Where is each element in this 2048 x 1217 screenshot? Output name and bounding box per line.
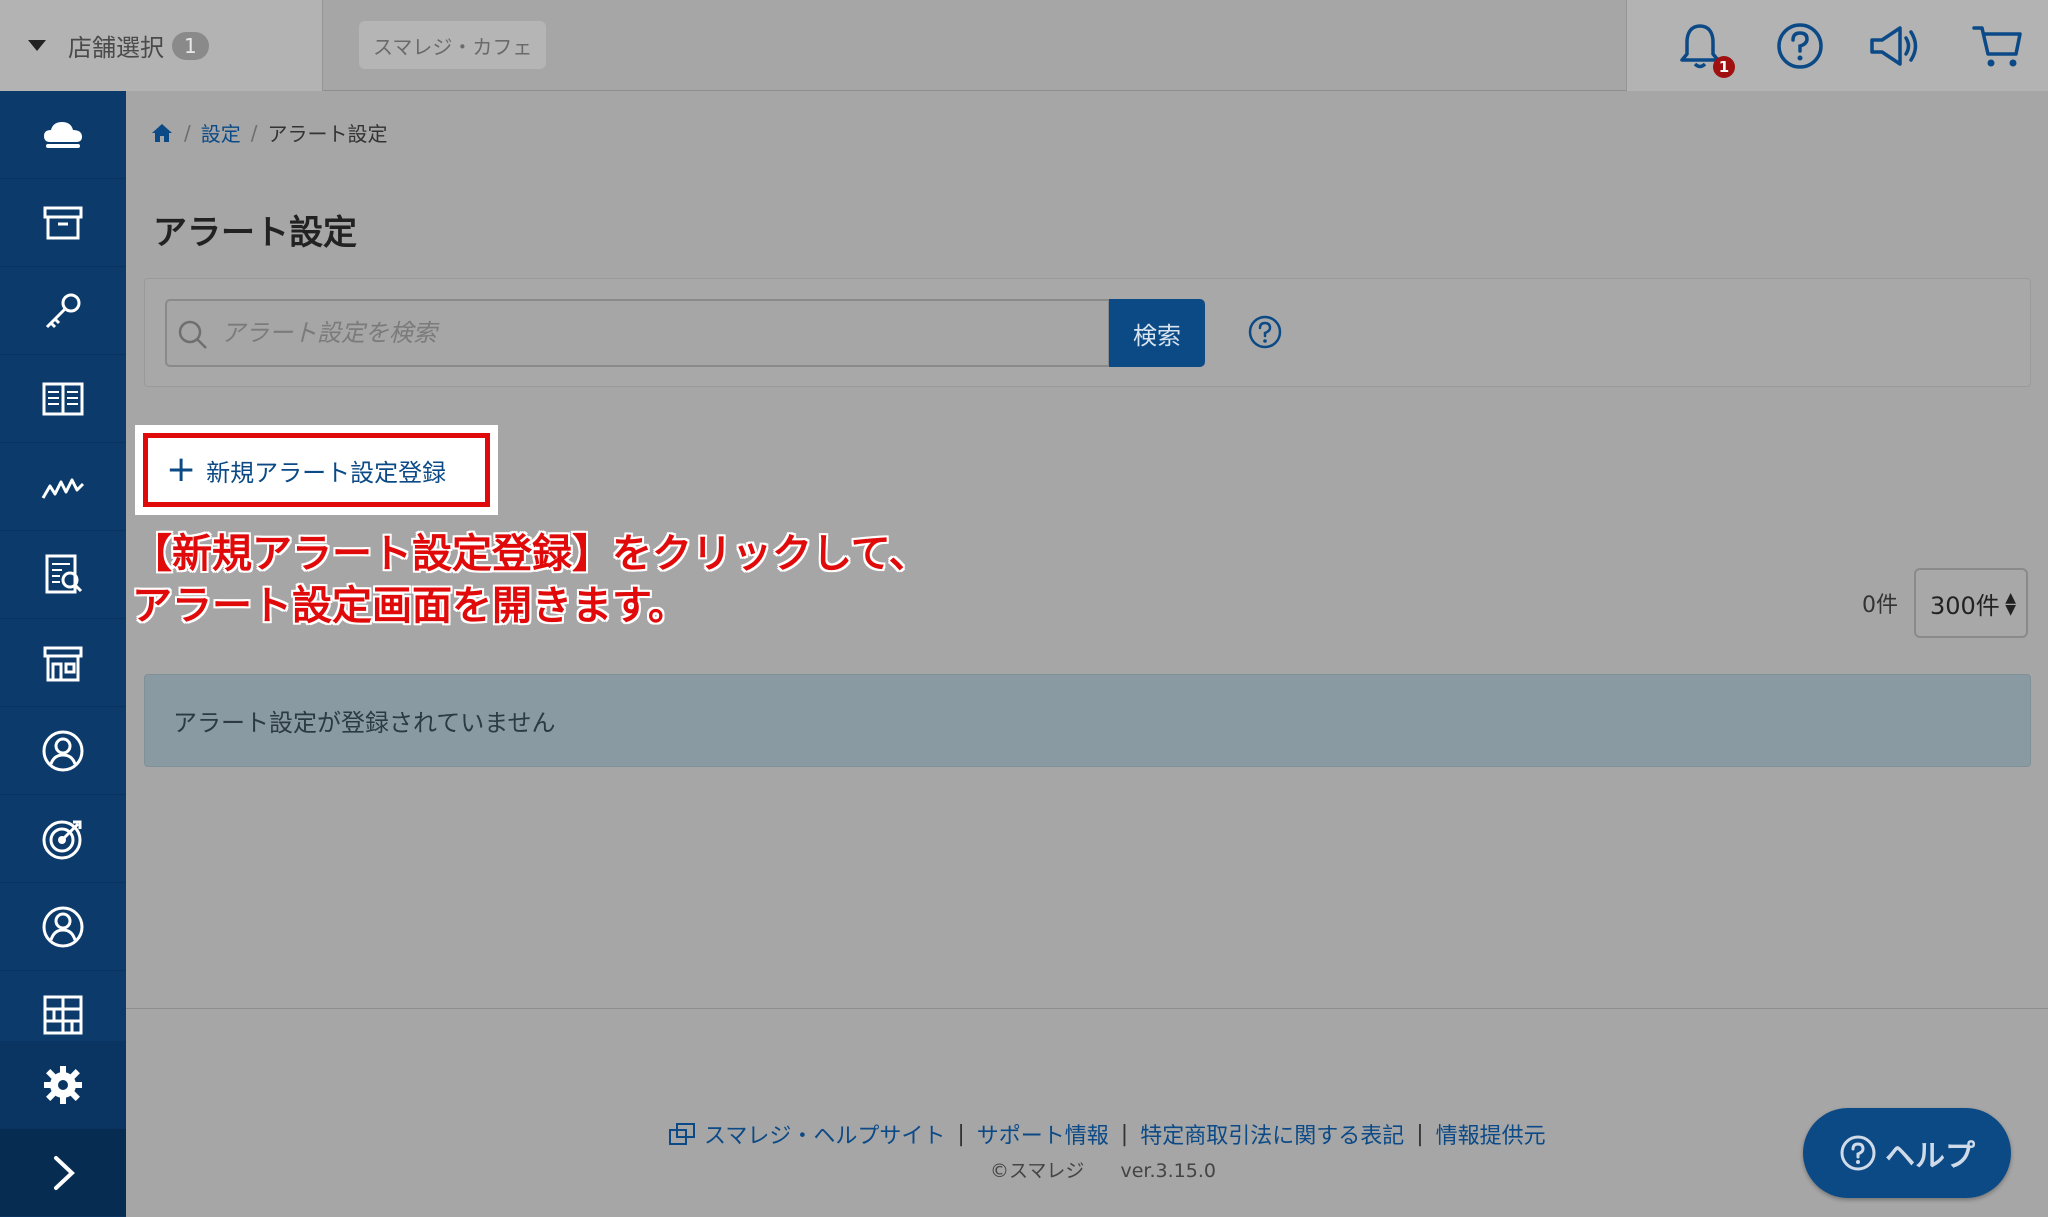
breadcrumb: / 設定 / アラート設定: [150, 118, 388, 147]
footer-divider: [126, 1008, 2048, 1009]
store-icon: [43, 646, 83, 681]
version-text: ver.3.15.0: [1120, 1160, 1216, 1182]
notification-badge: 1: [1713, 56, 1735, 78]
sidebar-item-settings[interactable]: [0, 1041, 126, 1129]
top-bar: 店舗選択 1 スマレジ・カフェ 1: [0, 0, 2048, 91]
home-icon[interactable]: [150, 121, 174, 145]
sidebar-item-cloud[interactable]: [0, 91, 126, 179]
cloud-icon: [44, 121, 82, 148]
customer-icon: [42, 730, 84, 771]
copyright: ©スマレジ ver.3.15.0: [990, 1156, 1216, 1183]
page-title: アラート設定: [153, 213, 357, 253]
chart-icon: [41, 478, 85, 499]
sidebar-item-inventory[interactable]: [0, 179, 126, 267]
help-site-link[interactable]: スマレジ・ヘルプサイト: [704, 1118, 945, 1150]
box-icon: [43, 206, 83, 239]
instruction-annotation: 【新規アラート設定登録】をクリックして、 アラート設定画面を開きます。: [132, 528, 929, 632]
caret-down-icon: [28, 40, 46, 51]
sidebar-item-analytics[interactable]: [0, 443, 126, 531]
search-input[interactable]: [165, 299, 1110, 367]
new-alert-setting-label: 新規アラート設定登録: [206, 458, 447, 487]
book-icon: [42, 382, 84, 415]
sidebar-expand-button[interactable]: [0, 1129, 126, 1217]
cart-icon[interactable]: [1970, 18, 2026, 74]
sidebar-item-staff[interactable]: [0, 883, 126, 971]
gear-icon: [44, 1065, 82, 1104]
support-link[interactable]: サポート情報: [977, 1118, 1109, 1150]
help-icon[interactable]: [1772, 18, 1828, 74]
new-alert-setting-button[interactable]: + 新規アラート設定登録: [143, 433, 490, 507]
footer-links: スマレジ・ヘルプサイト | サポート情報 | 特定商取引法に関する表記 | 情報…: [668, 1118, 1546, 1150]
report-icon: [45, 554, 83, 593]
search-help-icon[interactable]: [1247, 314, 1283, 350]
sidebar-item-store[interactable]: [0, 619, 126, 707]
empty-state-message: アラート設定が登録されていません: [144, 674, 2031, 767]
sidebar-item-report[interactable]: [0, 531, 126, 619]
sort-arrows-icon: ▲ ▼: [2005, 590, 2016, 618]
store-select-label: 店舗選択: [68, 34, 164, 62]
grid-icon: [43, 995, 83, 1034]
question-icon: [1840, 1135, 1876, 1171]
new-alert-highlight-frame: + 新規アラート設定登録: [135, 425, 498, 515]
chevron-right-icon: [54, 1155, 75, 1190]
per-page-value: 300件: [1930, 591, 2000, 620]
sidebar: [0, 91, 126, 1217]
sidebar-item-key[interactable]: [0, 267, 126, 355]
store-select-dropdown[interactable]: 店舗選択 1: [0, 0, 323, 91]
target-icon: [42, 820, 82, 859]
result-count: 0件: [1862, 593, 1898, 618]
sidebar-item-customer[interactable]: [0, 707, 126, 795]
per-page-select[interactable]: 300件 ▲ ▼: [1914, 568, 2028, 638]
external-link-icon: [669, 1123, 695, 1145]
store-name-chip: スマレジ・カフェ: [359, 21, 547, 69]
plus-icon: +: [166, 449, 197, 490]
copyright-text: ©スマレジ: [990, 1160, 1085, 1182]
annotation-line-2: アラート設定画面を開きます。: [132, 583, 688, 629]
info-provider-link[interactable]: 情報提供元: [1436, 1118, 1546, 1150]
megaphone-icon[interactable]: [1866, 18, 1922, 74]
key-icon: [45, 293, 81, 328]
search-icon: [178, 320, 207, 349]
help-floating-button[interactable]: ヘルプ: [1803, 1108, 2011, 1198]
user-icon: [42, 906, 84, 947]
breadcrumb-current: アラート設定: [267, 122, 388, 146]
annotation-line-1: 【新規アラート設定登録】をクリックして、: [132, 531, 929, 577]
breadcrumb-settings-link[interactable]: 設定: [201, 118, 241, 147]
sidebar-item-book[interactable]: [0, 355, 126, 443]
store-count-badge: 1: [172, 31, 209, 60]
help-floating-label: ヘルプ: [1885, 1139, 1975, 1174]
legal-link[interactable]: 特定商取引法に関する表記: [1140, 1118, 1404, 1150]
search-panel: 検索: [144, 278, 2031, 387]
sidebar-item-target[interactable]: [0, 795, 126, 883]
search-button[interactable]: 検索: [1109, 299, 1205, 367]
